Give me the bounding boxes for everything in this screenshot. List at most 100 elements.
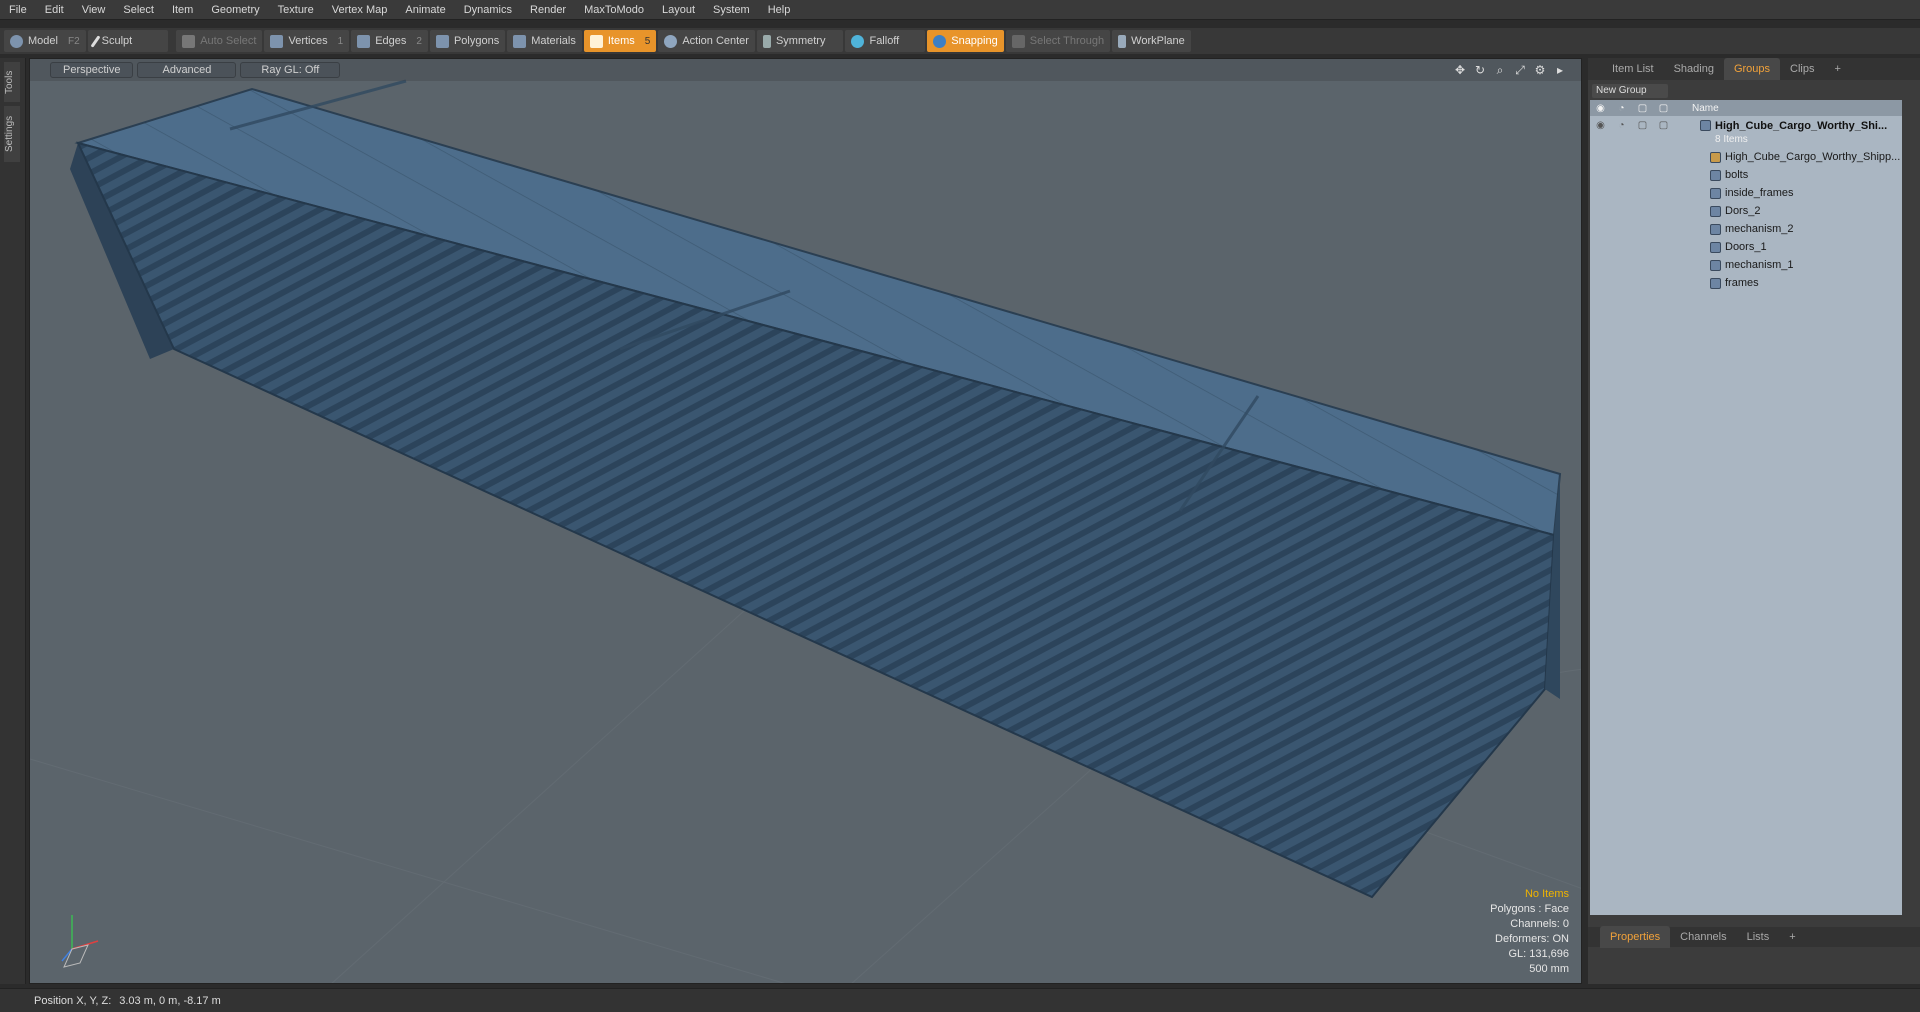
action-center-icon xyxy=(664,34,678,48)
status-bar: Position X, Y, Z: 3.03 m, 0 m, -8.17 m xyxy=(0,988,1920,1012)
tab-properties[interactable]: Properties xyxy=(1600,926,1671,948)
properties-tabs: Properties Channels Lists + xyxy=(1588,926,1920,948)
mesh-icon xyxy=(1710,223,1721,235)
perspective-dropdown[interactable]: Perspective xyxy=(50,62,134,78)
menu-render[interactable]: Render xyxy=(521,0,575,20)
viewport-info-overlay: No Items Polygons : Face Channels: 0 Def… xyxy=(1490,887,1569,977)
tab-shading[interactable]: Shading xyxy=(1664,58,1724,80)
menu-system[interactable]: System xyxy=(704,0,759,20)
model-button[interactable]: Model F2 xyxy=(4,30,86,52)
list-item[interactable]: frames xyxy=(1590,274,1902,292)
add-tab-icon[interactable]: + xyxy=(1779,926,1805,948)
tab-clips[interactable]: Clips xyxy=(1780,58,1824,80)
falloff-button[interactable]: Falloff xyxy=(845,30,926,52)
symmetry-button[interactable]: Symmetry xyxy=(756,30,844,52)
menu-help[interactable]: Help xyxy=(759,0,800,20)
tab-lists[interactable]: Lists xyxy=(1737,926,1780,948)
move-view-icon[interactable]: ✥ xyxy=(1453,63,1467,77)
auto-select-button[interactable]: Auto Select xyxy=(176,30,263,52)
left-tab-strip: Tools Settings xyxy=(0,58,26,984)
new-group-button[interactable]: New Group xyxy=(1592,84,1668,98)
menu-vertex-map[interactable]: Vertex Map xyxy=(323,0,397,20)
3d-viewport[interactable]: Perspective Advanced Ray GL: Off ✥ ↻ ⌕ ⤢… xyxy=(29,58,1582,984)
edge-shield-icon xyxy=(357,34,371,48)
lock-column-icon[interactable]: ▢ xyxy=(1632,103,1653,114)
group-row[interactable]: ◉ ◔ ▢ ▢ High_Cube_Cargo_Worthy_Shi... 8 Ite… xyxy=(1590,116,1902,148)
viewport-scene xyxy=(30,79,1581,983)
axis-gizmo-icon xyxy=(61,915,99,968)
eye-icon[interactable]: ◉ xyxy=(1590,120,1611,131)
visibility-column-icon[interactable]: ◉ xyxy=(1590,103,1611,114)
raygl-toggle[interactable]: Ray GL: Off xyxy=(240,62,341,78)
menu-animate[interactable]: Animate xyxy=(396,0,454,20)
tab-groups[interactable]: Groups xyxy=(1723,58,1781,80)
list-item[interactable]: bolts xyxy=(1590,166,1902,184)
select-through-button[interactable]: Select Through xyxy=(1005,30,1111,52)
cube-icon xyxy=(182,34,196,48)
items-button[interactable]: Items 5 xyxy=(583,30,657,52)
edges-button[interactable]: Edges 2 xyxy=(351,30,428,52)
material-shield-icon xyxy=(513,34,527,48)
rotate-view-icon[interactable]: ↻ xyxy=(1473,63,1487,77)
settings-tab[interactable]: Settings xyxy=(4,106,20,162)
group-icon xyxy=(1700,120,1711,131)
tab-item-list[interactable]: Item List xyxy=(1602,58,1664,80)
vertices-button[interactable]: Vertices 1 xyxy=(264,30,350,52)
channels-info: Channels: 0 xyxy=(1510,918,1569,930)
view-settings-icon[interactable]: ⚙ xyxy=(1533,63,1547,77)
list-item[interactable]: Dors_2 xyxy=(1590,202,1902,220)
list-item[interactable]: Doors_1 xyxy=(1590,238,1902,256)
view-menu-arrow-icon[interactable]: ▸ xyxy=(1553,63,1567,77)
menu-layout[interactable]: Layout xyxy=(653,0,704,20)
sculpt-button[interactable]: Sculpt xyxy=(87,30,169,52)
falloff-icon xyxy=(851,34,865,48)
workplane-icon xyxy=(1118,34,1127,48)
render-icon[interactable]: ◔ xyxy=(1611,120,1632,131)
magnet-icon xyxy=(933,34,947,48)
select-column-icon[interactable]: ▢ xyxy=(1653,103,1674,114)
menu-maxtomodo[interactable]: MaxToModo xyxy=(575,0,653,20)
polygons-button[interactable]: Polygons xyxy=(429,30,506,52)
right-panel: Item List Shading Groups Clips + New Gro… xyxy=(1588,58,1920,1008)
group-name: High_Cube_Cargo_Worthy_Shi... xyxy=(1715,120,1888,132)
menu-edit[interactable]: Edit xyxy=(36,0,73,20)
right-panel-tabs: Item List Shading Groups Clips + xyxy=(1588,58,1920,80)
workplane-button[interactable]: WorkPlane xyxy=(1112,30,1191,52)
materials-button[interactable]: Materials xyxy=(507,30,582,52)
list-item[interactable]: inside_frames xyxy=(1590,184,1902,202)
menu-item[interactable]: Item xyxy=(163,0,202,20)
shading-dropdown[interactable]: Advanced xyxy=(137,62,237,78)
tab-channels[interactable]: Channels xyxy=(1670,926,1736,948)
symmetry-icon xyxy=(762,34,771,48)
lock-checkbox[interactable]: ▢ xyxy=(1632,120,1653,131)
menu-select[interactable]: Select xyxy=(114,0,163,20)
snapping-button[interactable]: Snapping xyxy=(927,30,1004,52)
action-center-button[interactable]: Action Center xyxy=(658,30,755,52)
cargo-container-model xyxy=(70,79,1562,899)
render-column-icon[interactable]: ◔ xyxy=(1611,103,1632,114)
name-column-header[interactable]: Name xyxy=(1692,103,1719,114)
select-checkbox[interactable]: ▢ xyxy=(1653,120,1674,131)
menu-texture[interactable]: Texture xyxy=(269,0,323,20)
zoom-view-icon[interactable]: ⌕ xyxy=(1493,63,1507,77)
list-item[interactable]: High_Cube_Cargo_Worthy_Shipp... xyxy=(1590,148,1902,166)
viewport-nav-icons: ✥ ↻ ⌕ ⤢ ⚙ ▸ xyxy=(1447,63,1567,77)
group-item-count: 8 Items xyxy=(1715,134,1748,145)
gl-info: GL: 131,696 xyxy=(1508,948,1569,960)
mesh-icon xyxy=(1710,187,1721,199)
menu-view[interactable]: View xyxy=(73,0,115,20)
locator-icon xyxy=(1710,151,1721,163)
maximize-view-icon[interactable]: ⤢ xyxy=(1513,63,1527,77)
position-value: 3.03 m, 0 m, -8.17 m xyxy=(119,994,221,1007)
menu-dynamics[interactable]: Dynamics xyxy=(455,0,521,20)
position-label: Position X, Y, Z: xyxy=(34,994,112,1007)
menu-file[interactable]: File xyxy=(0,0,36,20)
list-item[interactable]: mechanism_1 xyxy=(1590,256,1902,274)
selection-info: No Items xyxy=(1524,888,1569,900)
tools-tab[interactable]: Tools xyxy=(4,62,20,102)
select-through-icon xyxy=(1011,34,1025,48)
menu-geometry[interactable]: Geometry xyxy=(202,0,268,20)
add-tab-icon[interactable]: + xyxy=(1824,58,1850,80)
list-item[interactable]: mechanism_2 xyxy=(1590,220,1902,238)
scale-info: 500 mm xyxy=(1529,963,1569,975)
